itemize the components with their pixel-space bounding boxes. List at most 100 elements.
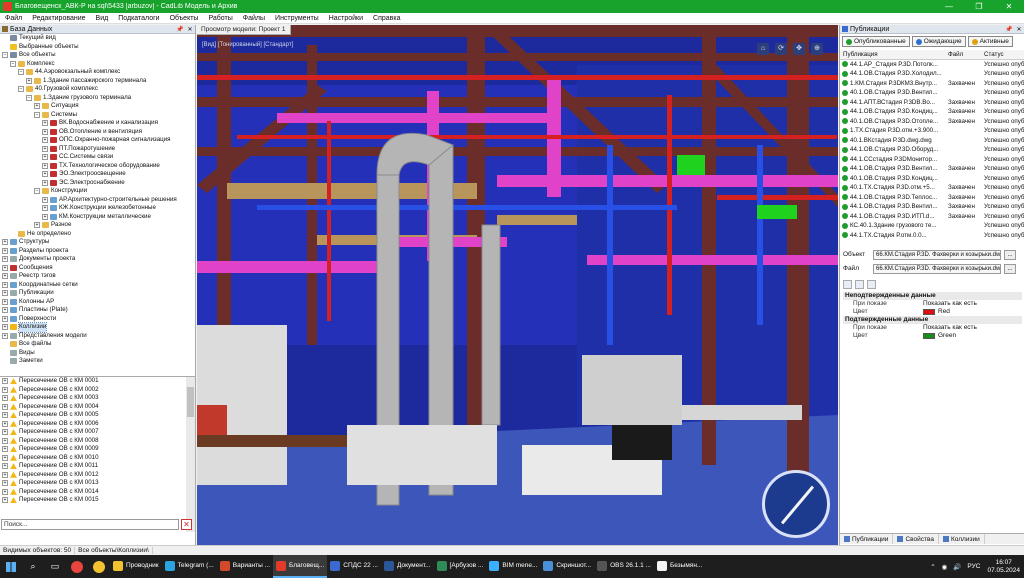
expand-icon[interactable]: + xyxy=(2,273,8,280)
model-viewport[interactable]: Просмотр модели: Проект 1 [Вид] [Тониров… xyxy=(197,25,838,545)
expand-icon[interactable]: + xyxy=(2,332,8,339)
file-field-value[interactable]: 66.КМ.Стадия Р.3D. Фахверки и козырьки.d… xyxy=(873,263,1001,274)
collision-item[interactable]: + Пересечение ОВ с КМ 0003 xyxy=(0,394,195,403)
zoom-icon[interactable]: ⊕ xyxy=(811,43,823,55)
tree-node[interactable]: − 40.Грузовой комплекс xyxy=(0,85,195,94)
expand-icon[interactable]: + xyxy=(2,412,8,419)
menu-tools[interactable]: Инструменты xyxy=(270,15,324,22)
property-value[interactable]: Green xyxy=(923,332,1022,340)
expand-icon[interactable]: + xyxy=(2,256,8,263)
collision-item[interactable]: + Пересечение ОВ с КМ 0013 xyxy=(0,479,195,488)
tree-node[interactable]: + ЭО.Электроосвещение xyxy=(0,170,195,179)
category-unconfirmed[interactable]: Неподтвержденные данные xyxy=(843,292,1022,300)
expand-icon[interactable]: + xyxy=(34,222,40,229)
expand-icon[interactable]: + xyxy=(42,162,48,169)
chrome-icon[interactable] xyxy=(66,555,88,578)
file-browse-button[interactable]: ... xyxy=(1004,263,1016,274)
menu-subcatalogs[interactable]: Подкаталоги xyxy=(113,15,164,22)
pan-icon[interactable]: ✥ xyxy=(793,43,805,55)
taskbar-app-button[interactable]: СПДС 22 ... xyxy=(327,555,381,578)
expand-icon[interactable]: + xyxy=(2,437,8,444)
taskbar-app-button[interactable]: Проводник xyxy=(110,555,162,578)
tree-node[interactable]: + ПТ.Пожаротушение xyxy=(0,145,195,154)
table-row[interactable]: 40.1.ОВ.Стадия Р.3D.Кондиц... Успешно опу… xyxy=(840,174,1024,184)
menu-view[interactable]: Вид xyxy=(91,15,114,22)
categorized-icon[interactable] xyxy=(843,280,852,289)
property-value[interactable]: Red xyxy=(923,308,1022,316)
navigation-compass[interactable] xyxy=(762,470,830,538)
expand-icon[interactable]: + xyxy=(2,247,8,254)
clock[interactable]: 16:07 07.05.2024 xyxy=(983,559,1024,575)
expand-icon[interactable]: + xyxy=(42,154,48,161)
collapse-icon[interactable]: − xyxy=(10,60,16,67)
expand-icon[interactable]: + xyxy=(2,463,8,470)
collision-item[interactable]: + Пересечение ОВ с КМ 0005 xyxy=(0,411,195,420)
tree-node[interactable]: + Представления модели xyxy=(0,332,195,341)
tree-node[interactable]: + КМ.Конструкции металлические xyxy=(0,213,195,222)
expand-icon[interactable]: + xyxy=(2,386,8,393)
table-row[interactable]: 40.1.ВКстадия Р.3D.dwg.dwg Успешно опубл xyxy=(840,136,1024,146)
tree-node[interactable]: Не определено xyxy=(0,230,195,239)
search-icon[interactable]: ⌕ xyxy=(22,555,44,578)
expand-icon[interactable]: + xyxy=(42,171,48,178)
tab-active[interactable]: Активные xyxy=(967,36,1013,47)
menu-works[interactable]: Работы xyxy=(203,15,237,22)
taskbar-app-button[interactable]: OBS 26.1.1 ... xyxy=(594,555,654,578)
expand-icon[interactable]: + xyxy=(2,497,8,504)
viewport-tab[interactable]: Просмотр модели: Проект 1 xyxy=(197,25,291,35)
property-row[interactable]: Цвет Green xyxy=(843,332,1022,340)
collapse-icon[interactable]: − xyxy=(26,94,32,101)
tree-node[interactable]: Текущий вид xyxy=(0,34,195,43)
table-row[interactable]: КС.40.1.Здание грузового те... Успешно оп… xyxy=(840,221,1024,231)
start-button[interactable] xyxy=(0,555,22,578)
expand-icon[interactable]: + xyxy=(42,205,48,212)
collision-item[interactable]: + Пересечение ОВ с КМ 0010 xyxy=(0,454,195,463)
expand-icon[interactable]: + xyxy=(2,298,8,305)
expand-icon[interactable]: + xyxy=(42,145,48,152)
collision-item[interactable]: + Пересечение ОВ с КМ 0009 xyxy=(0,445,195,454)
menu-files[interactable]: Файлы xyxy=(238,15,270,22)
table-row[interactable]: 44.1.ОВ.Стадия Р.3D.Кондиц... Захвачен Усп… xyxy=(840,107,1024,117)
pin-icon[interactable]: 📌 xyxy=(1004,26,1014,33)
tab-pending[interactable]: Ожидающие xyxy=(911,36,966,47)
object-browse-button[interactable]: ... xyxy=(1004,249,1016,260)
tree-node[interactable]: + Коллизии xyxy=(0,322,195,333)
collision-item[interactable]: + Пересечение ОВ с КМ 0006 xyxy=(0,420,195,429)
expand-icon[interactable]: + xyxy=(2,403,8,410)
menu-help[interactable]: Справка xyxy=(368,15,405,22)
column-header-publication[interactable]: Публикация xyxy=(840,51,948,58)
collision-list-scrollbar[interactable] xyxy=(186,377,195,532)
tree-node[interactable]: + Колонны АР xyxy=(0,298,195,307)
property-row[interactable]: При показе Показать как есть xyxy=(843,300,1022,308)
taskbar-app-button[interactable]: Варианты ... xyxy=(217,555,273,578)
tree-node[interactable]: + КЖ.Конструкции железобетонные xyxy=(0,204,195,213)
table-row[interactable]: 40.1.ОВ.Стадия Р.3D.Отопле... Захвачен Усп… xyxy=(840,117,1024,127)
category-confirmed[interactable]: Подтвержденные данные xyxy=(843,316,1022,324)
menu-settings[interactable]: Настройки xyxy=(324,15,368,22)
tree-node[interactable]: + Координатные сетки xyxy=(0,281,195,290)
expand-icon[interactable]: + xyxy=(42,213,48,220)
expand-icon[interactable]: + xyxy=(34,103,40,110)
collision-item[interactable]: + Пересечение ОВ с КМ 0011 xyxy=(0,462,195,471)
tree-node[interactable]: − Комплекс xyxy=(0,60,195,69)
table-row[interactable]: 44.1.ОВ.Стадия Р.3D.Оборуд... Успешно опу… xyxy=(840,145,1024,155)
table-row[interactable]: 44.1.ОВ.Стадия Р.3D.Холодил... Успешно оп… xyxy=(840,69,1024,79)
expand-icon[interactable]: + xyxy=(2,395,8,402)
collapse-icon[interactable]: − xyxy=(18,69,24,76)
viewport-mode-caption[interactable]: [Вид] [Тонированный] [Стандарт] xyxy=(202,42,293,48)
home-view-icon[interactable]: ⌂ xyxy=(757,43,769,55)
menu-edit[interactable]: Редактирование xyxy=(27,15,90,22)
task-view-icon[interactable]: ▭ xyxy=(44,555,66,578)
expand-icon[interactable]: + xyxy=(2,290,8,297)
expand-icon[interactable]: + xyxy=(2,324,8,331)
tab-published[interactable]: Опубликованные xyxy=(842,36,910,47)
expand-icon[interactable]: + xyxy=(2,281,8,288)
taskbar-app-button[interactable]: Telegram (... xyxy=(162,555,217,578)
maximize-button[interactable]: ❐ xyxy=(964,0,994,13)
column-header-status[interactable]: Статус xyxy=(984,51,1024,58)
expand-icon[interactable]: + xyxy=(2,239,8,246)
table-row[interactable]: 1.ТХ.Стадия Р.3D.отм.+3.900... Успешно оп… xyxy=(840,126,1024,136)
tree-node[interactable]: − 1.Здание грузового терминала xyxy=(0,94,195,103)
expand-icon[interactable]: + xyxy=(2,429,8,436)
expand-icon[interactable]: + xyxy=(2,488,8,495)
